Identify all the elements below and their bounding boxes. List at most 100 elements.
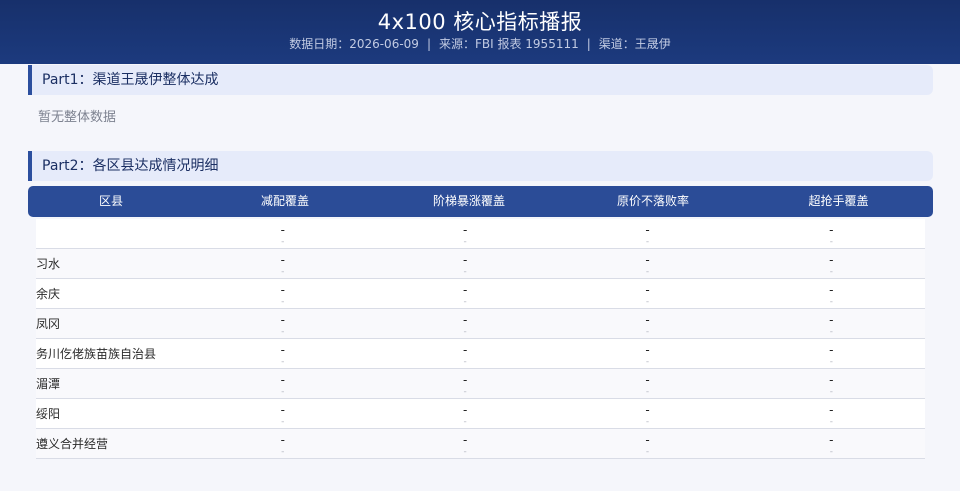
metric-value: -: [645, 283, 650, 297]
column-header-district: 区县: [98, 194, 123, 208]
metric-value: -: [462, 373, 468, 387]
metric-cell: --: [193, 249, 373, 279]
metric-value: -: [645, 373, 650, 387]
report-channel: 渠道：王晟伊: [598, 37, 671, 51]
metric-cell: --: [738, 399, 925, 429]
metric-cell: --: [557, 369, 737, 399]
page-title: 4x100 核心指标播报: [377, 10, 583, 34]
metric-cell: --: [373, 219, 557, 249]
section-title-part1: Part1：渠道王晟伊整体达成: [28, 65, 933, 95]
metric-cell: --: [738, 219, 925, 249]
district-name: 余庆: [36, 287, 61, 301]
metric-subvalue: -: [463, 387, 467, 397]
metric-cell: --: [373, 279, 557, 309]
metric-cell: --: [193, 429, 373, 459]
metric-value: -: [280, 313, 285, 327]
metric-cell: --: [193, 279, 373, 309]
metric-cell: --: [193, 399, 373, 429]
metric-value: -: [462, 253, 468, 267]
metric-value: -: [280, 373, 285, 387]
metric-subvalue: -: [829, 417, 833, 427]
table-header: 区县 减配覆盖 阶梯暴涨覆盖 原价不落败率 超抢手覆盖: [28, 186, 933, 217]
report-source: 来源：FBI 报表 1955111: [438, 37, 579, 51]
metric-cell: --: [557, 249, 737, 279]
metric-subvalue: -: [829, 237, 833, 247]
metric-subvalue: -: [463, 267, 467, 277]
metric-subvalue: -: [463, 447, 467, 457]
metric-value: -: [829, 253, 834, 267]
column-header-original-price-rate: 原价不落败率: [616, 194, 689, 208]
metric-value: -: [829, 433, 834, 447]
metric-value: -: [829, 373, 834, 387]
metric-subvalue: -: [463, 417, 467, 427]
metric-value: -: [829, 403, 834, 417]
metric-cell: --: [193, 339, 373, 369]
column-header-reduced-coverage: 减配覆盖: [260, 194, 309, 208]
district-name: 凤冈: [36, 317, 61, 331]
metric-value: -: [462, 343, 468, 357]
metric-cell: --: [738, 279, 925, 309]
metric-subvalue: -: [645, 387, 650, 397]
column-header-hot-coverage: 超抢手覆盖: [808, 194, 869, 208]
metric-value: -: [829, 313, 834, 327]
metric-subvalue: -: [281, 417, 285, 427]
table-row: 余庆 - - - - - - - -: [36, 279, 925, 309]
metric-subvalue: -: [645, 417, 650, 427]
district-name: 务川仡佬族苗族自治县: [36, 347, 157, 361]
metric-value: -: [280, 403, 285, 417]
report-meta: 数据日期：2026-06-09 | 来源：FBI 报表 1955111 | 渠道：王晟伊: [0, 37, 960, 51]
metric-cell: --: [373, 249, 557, 279]
column-header-tier-surge-coverage: 阶梯暴涨覆盖: [432, 194, 505, 208]
metric-cell: --: [373, 429, 557, 459]
metric-value: -: [645, 343, 650, 357]
metric-subvalue: -: [463, 357, 467, 367]
metric-subvalue: -: [281, 297, 285, 307]
district-name: 遵义合并经营: [36, 437, 109, 451]
metric-value: -: [645, 433, 650, 447]
metric-cell: --: [373, 399, 557, 429]
metric-subvalue: -: [645, 357, 650, 367]
metric-subvalue: -: [645, 327, 650, 337]
metric-cell: --: [738, 309, 925, 339]
metric-value: -: [829, 223, 834, 237]
metric-value: -: [462, 313, 468, 327]
metric-cell: --: [738, 369, 925, 399]
metric-cell: --: [738, 249, 925, 279]
metric-cell: --: [557, 219, 737, 249]
report-header: 4x100 核心指标播报 数据日期：2026-06-09 | 来源：FBI 报表 1…: [0, 0, 960, 64]
metric-value: -: [645, 223, 650, 237]
table-row: 湄潭 - - - - - - - -: [36, 369, 925, 399]
metric-value: -: [280, 253, 285, 267]
metric-cell: --: [738, 339, 925, 369]
metric-subvalue: -: [281, 267, 285, 277]
metric-value: -: [829, 283, 834, 297]
table-row: --------: [36, 219, 925, 249]
metric-subvalue: -: [645, 447, 650, 457]
table-body: - - - - - - - - 习水 - - - - - - - - 余庆 - - - - - - - - 凤冈 - - - - - - - - 务川…: [28, 219, 933, 459]
metric-value: -: [462, 433, 468, 447]
table-row: 习水 - - - - - - - -: [36, 249, 925, 279]
metric-value: -: [462, 223, 468, 237]
metric-value: -: [280, 433, 285, 447]
metric-subvalue: -: [829, 447, 833, 457]
section-title-part2: Part2：各区县达成情况明细: [28, 151, 933, 181]
district-detail-table: 区县 减配覆盖 阶梯暴涨覆盖 原价不落败率 超抢手覆盖 - - - - - - - - 习水 - -…: [28, 186, 933, 459]
metric-cell: --: [738, 429, 925, 459]
metric-subvalue: -: [829, 267, 833, 277]
metric-subvalue: -: [463, 327, 467, 337]
metric-subvalue: -: [281, 387, 285, 397]
metric-value: -: [645, 403, 650, 417]
meta-separator: |: [586, 37, 591, 51]
metric-cell: --: [373, 309, 557, 339]
metric-value: -: [462, 283, 468, 297]
metric-cell: --: [557, 339, 737, 369]
metric-cell: --: [373, 369, 557, 399]
metric-value: -: [829, 343, 834, 357]
metric-cell: --: [193, 219, 373, 249]
metric-cell: --: [373, 339, 557, 369]
metric-subvalue: -: [463, 237, 467, 247]
metric-subvalue: -: [645, 237, 650, 247]
metric-value: -: [645, 313, 650, 327]
table-row: 遵义合并经营 - - - - - - - -: [36, 429, 925, 459]
metric-cell: --: [557, 309, 737, 339]
